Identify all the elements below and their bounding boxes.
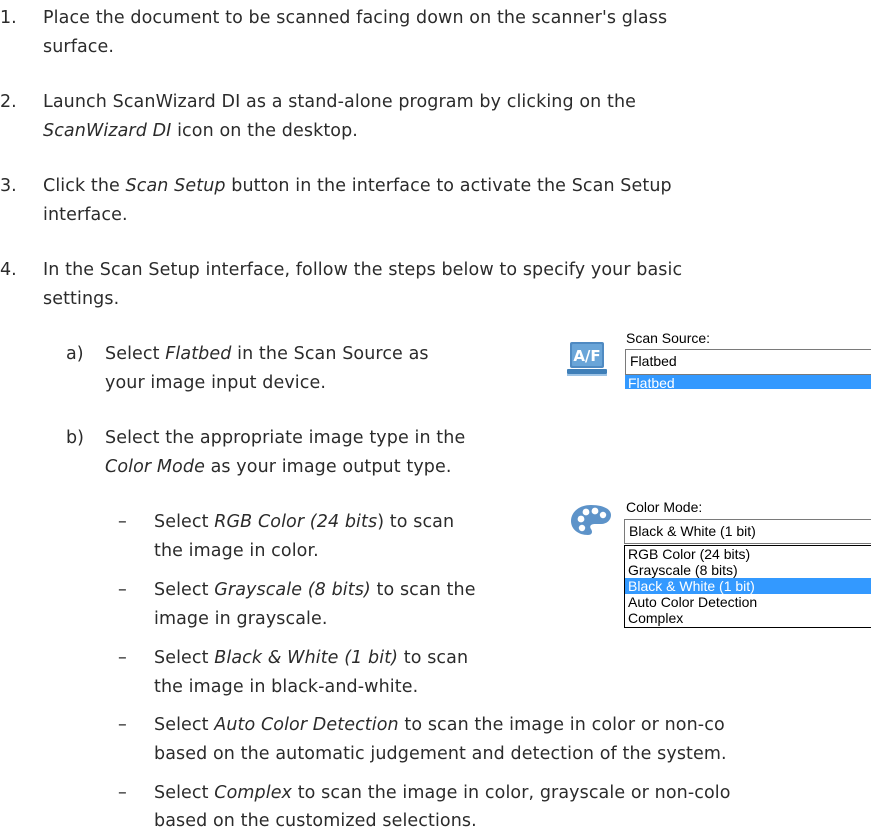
emphasis: Flatbed: [165, 344, 232, 364]
bullet-dash: –: [118, 648, 127, 668]
bullet-text: Select RGB Color (24 bits) to scan: [154, 507, 454, 538]
emphasis: Auto Color Detection: [214, 715, 399, 735]
text-run: Select: [154, 715, 215, 735]
bullet-dash: –: [118, 512, 127, 532]
bullet-text: Select Auto Color Detection to scan the …: [154, 710, 725, 741]
text-run: ) to scan: [377, 512, 455, 532]
emphasis: Complex: [214, 783, 293, 803]
step-text: interface.: [43, 205, 128, 225]
bullet-dash: –: [118, 715, 127, 735]
bullet-text: based on the customized selections.: [154, 811, 477, 831]
substep-text: Select the appropriate image type in the: [105, 428, 466, 448]
bullet-dash: –: [118, 580, 127, 600]
bullet-text: the image in color.: [154, 541, 319, 561]
bullet-text: the image in black-and-white.: [154, 677, 419, 697]
scan-source-dropdown: Flatbed: [625, 375, 871, 389]
color-mode-dropdown: RGB Color (24 bits) Grayscale (8 bits) B…: [624, 545, 871, 628]
step-text: ScanWizard DI icon on the desktop.: [43, 116, 358, 147]
emphasis: RGB Color (24 bits: [214, 512, 378, 532]
bullet-text: image in grayscale.: [154, 609, 328, 629]
bullet-text: based on the automatic judgement and det…: [154, 744, 727, 764]
bullet-dash: –: [118, 783, 127, 803]
step-text: surface.: [43, 37, 115, 57]
bullet-text: Select Complex to scan the image in colo…: [154, 778, 731, 809]
color-mode-label: Color Mode:: [626, 499, 703, 515]
substep-marker: b): [66, 428, 84, 448]
bullet-text: Select Black & White (1 bit) to scan: [154, 643, 468, 674]
text-run: to scan the image in color or non-co: [398, 715, 725, 735]
color-mode-select[interactable]: Black & White (1 bit): [624, 519, 871, 544]
svg-text:A/F: A/F: [573, 347, 600, 365]
step-number: 3.: [0, 176, 17, 196]
palette-icon: [571, 505, 611, 535]
emphasis: Color Mode: [105, 457, 205, 477]
text-run: Click the: [43, 176, 126, 196]
step-number: 2.: [0, 92, 17, 112]
step-text: In the Scan Setup interface, follow the …: [43, 260, 683, 280]
step-text: Place the document to be scanned facing …: [43, 8, 668, 28]
text-run: Select: [105, 344, 166, 364]
step-text: Click the Scan Setup button in the inter…: [43, 171, 672, 202]
text-run: in the Scan Source as: [231, 344, 429, 364]
scan-source-select[interactable]: Flatbed: [625, 349, 871, 375]
color-mode-option[interactable]: Complex: [625, 610, 871, 626]
emphasis: Black & White (1 bit): [214, 648, 399, 668]
substep-marker: a): [66, 344, 84, 364]
scan-source-label: Scan Source:: [626, 330, 711, 346]
scan-source-option[interactable]: Flatbed: [625, 375, 871, 389]
color-mode-option[interactable]: Grayscale (8 bits): [625, 562, 871, 578]
emphasis: Grayscale (8 bits): [214, 580, 371, 600]
substep-text: your image input device.: [105, 373, 327, 393]
color-mode-option[interactable]: Black & White (1 bit): [625, 578, 871, 594]
step-text: Launch ScanWizard DI as a stand-alone pr…: [43, 92, 637, 112]
text-run: as your image output type.: [204, 457, 452, 477]
text-run: button in the interface to activate the …: [225, 176, 672, 196]
step-text: settings.: [43, 289, 120, 309]
text-run: Select: [154, 783, 215, 803]
color-mode-option[interactable]: Auto Color Detection: [625, 594, 871, 610]
af-flatbed-icon: A/F: [567, 342, 607, 376]
text-run: icon on the desktop.: [171, 121, 358, 141]
text-run: to scan the: [370, 580, 476, 600]
bullet-text: Select Grayscale (8 bits) to scan the: [154, 575, 476, 606]
emphasis: ScanWizard DI: [43, 121, 172, 141]
emphasis: Scan Setup: [125, 176, 226, 196]
step-number: 1.: [0, 8, 17, 28]
text-run: Select: [154, 512, 215, 532]
substep-text: Select Flatbed in the Scan Source as: [105, 339, 429, 370]
text-run: to scan: [398, 648, 469, 668]
text-run: to scan the image in color, grayscale or…: [292, 783, 731, 803]
substep-text: Color Mode as your image output type.: [105, 452, 452, 483]
text-run: Select: [154, 648, 215, 668]
text-run: Select: [154, 580, 215, 600]
color-mode-option[interactable]: RGB Color (24 bits): [625, 546, 871, 562]
step-number: 4.: [0, 260, 17, 280]
